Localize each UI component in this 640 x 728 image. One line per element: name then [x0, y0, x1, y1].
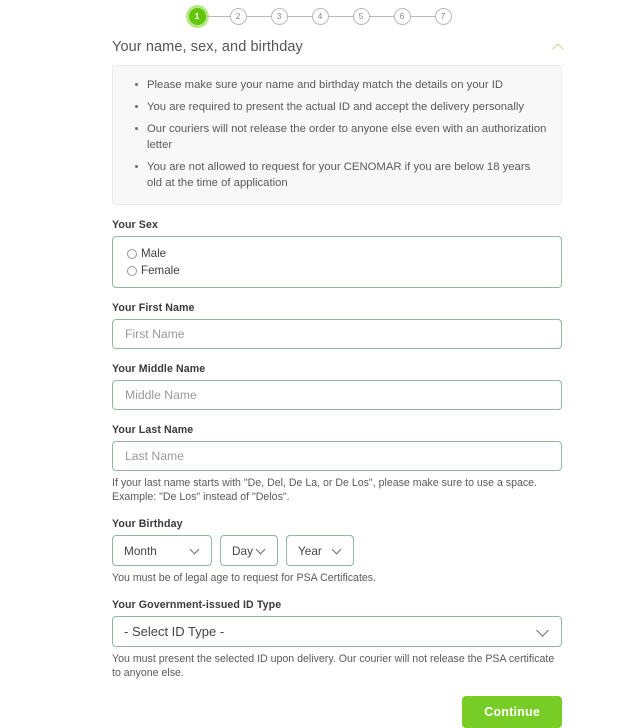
- label-sex: Your Sex: [112, 219, 158, 231]
- id-type-select[interactable]: - Select ID Type -: [112, 616, 562, 647]
- notice-card: Please make sure your name and birthday …: [112, 65, 562, 205]
- sex-radio-group[interactable]: Male Female: [112, 236, 562, 288]
- step-connector-3: [287, 15, 312, 17]
- step-7[interactable]: 7: [434, 7, 452, 25]
- chevron-down-icon: [538, 626, 550, 638]
- field-birthday: Your Birthday Month Day Year You must be…: [112, 518, 562, 585]
- label-id-type: Your Government-issued ID Type: [112, 599, 282, 611]
- field-sex: Your Sex Male Female: [112, 219, 562, 288]
- step-connector-5: [369, 15, 394, 17]
- radio-label-male: Male: [141, 247, 167, 260]
- radio-label-female: Female: [141, 264, 180, 277]
- form-actions: Continue: [112, 696, 562, 728]
- birthday-day-select[interactable]: Day: [220, 535, 278, 566]
- label-birthday: Your Birthday: [112, 518, 183, 530]
- birthday-day-value: Day: [232, 543, 253, 558]
- step-6[interactable]: 6: [393, 7, 411, 25]
- chevron-down-icon: [191, 546, 200, 555]
- radio-icon-male[interactable]: [127, 248, 137, 259]
- step-connector-2: [246, 15, 271, 17]
- radio-icon-female[interactable]: [127, 265, 137, 276]
- step-2[interactable]: 2: [229, 7, 247, 25]
- step-4[interactable]: 4: [311, 7, 329, 25]
- birthday-year-select[interactable]: Year: [286, 535, 354, 566]
- progress-stepper: 1 2 3 4 5 6 7: [0, 0, 640, 28]
- field-id-type: Your Government-issued ID Type - Select …: [112, 599, 562, 680]
- step-connector-4: [328, 15, 353, 17]
- step-5[interactable]: 5: [352, 7, 370, 25]
- list-item: Our couriers will not release the order …: [135, 123, 547, 151]
- chevron-up-icon[interactable]: [553, 41, 565, 53]
- birthday-month-value: Month: [124, 543, 157, 558]
- label-middle-name: Your Middle Name: [112, 363, 206, 375]
- first-name-input[interactable]: [112, 319, 562, 349]
- list-item: You are not allowed to request for your …: [135, 159, 547, 191]
- chevron-down-icon: [333, 546, 342, 555]
- birthday-month-select[interactable]: Month: [112, 535, 212, 566]
- chevron-down-icon: [257, 546, 266, 555]
- registration-page: 1 2 3 4 5 6 7 Your name, sex, and birthd…: [0, 0, 640, 728]
- list-item: Please make sure your name and birthday …: [135, 77, 547, 93]
- section-header[interactable]: Your name, sex, and birthday: [112, 36, 562, 58]
- helper-id-type: You must present the selected ID upon de…: [112, 653, 555, 679]
- field-last-name: Your Last Name If your last name starts …: [112, 424, 562, 504]
- helper-birthday: You must be of legal age to request for …: [112, 572, 377, 584]
- step-connector-6: [410, 15, 435, 17]
- list-item: You are required to present the actual I…: [135, 99, 547, 115]
- step-1[interactable]: 1: [188, 7, 206, 25]
- id-type-value: - Select ID Type -: [124, 624, 225, 639]
- radio-option-male[interactable]: Male: [127, 245, 551, 262]
- birthday-select-row: Month Day Year: [112, 535, 562, 566]
- step-3[interactable]: 3: [270, 7, 288, 25]
- birthday-year-value: Year: [298, 543, 322, 558]
- radio-option-female[interactable]: Female: [127, 262, 551, 279]
- label-first-name: Your First Name: [112, 302, 195, 314]
- label-last-name: Your Last Name: [112, 424, 194, 436]
- registration-form: Your Sex Male Female Your First Name You…: [112, 219, 562, 680]
- continue-button[interactable]: Continue: [462, 696, 562, 728]
- field-middle-name: Your Middle Name: [112, 363, 562, 410]
- middle-name-input[interactable]: [112, 380, 562, 410]
- notice-list: Please make sure your name and birthday …: [127, 77, 547, 191]
- helper-last-name: If your last name starts with "De, Del, …: [112, 477, 537, 503]
- last-name-input[interactable]: [112, 441, 562, 471]
- step-connector-1: [205, 15, 230, 17]
- field-first-name: Your First Name: [112, 302, 562, 349]
- page-title: Your name, sex, and birthday: [112, 39, 303, 55]
